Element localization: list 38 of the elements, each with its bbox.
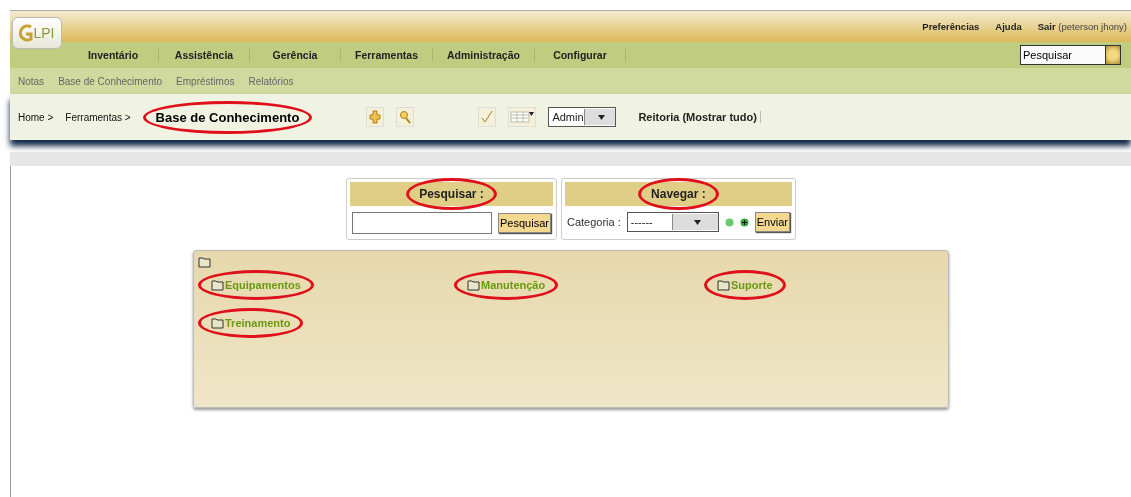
submenu-item[interactable]: Relatórios — [248, 75, 294, 87]
table-icon[interactable] — [508, 107, 537, 127]
submit-button[interactable]: Enviar — [754, 212, 790, 232]
submenu-item[interactable]: Notas — [18, 75, 45, 87]
menu-item[interactable]: Administração — [433, 49, 535, 61]
add-icon[interactable] — [739, 217, 749, 227]
entity-label: Reitoria (Mostrar tudo) — [638, 111, 761, 123]
panel-title: Pesquisar : — [419, 187, 484, 201]
header-link[interactable]: Preferências — [922, 21, 980, 32]
menu-item[interactable]: Assistência — [159, 49, 250, 61]
caret-icon — [693, 219, 701, 225]
search-input[interactable] — [352, 212, 493, 234]
panel-title: Navegar : — [651, 187, 706, 201]
category-select[interactable]: ------ — [626, 212, 719, 232]
checkmark-icon[interactable] — [478, 107, 497, 127]
header-link[interactable]: Ajuda — [995, 21, 1022, 32]
menu-item[interactable]: Gerência — [250, 49, 341, 61]
g-logo-icon — [19, 23, 34, 43]
folder-icon — [717, 279, 730, 291]
header-link[interactable]: Sair (peterson jhony) — [1037, 21, 1127, 32]
submenu-item[interactable]: Empréstimos — [176, 75, 235, 87]
breadcrumb-item[interactable]: Base de Conhecimento — [155, 109, 300, 125]
menu-item[interactable]: Ferramentas — [341, 49, 434, 61]
entity-select[interactable]: Admin — [548, 107, 617, 127]
folder-icon — [467, 279, 480, 291]
search-button[interactable]: Pesquisar — [498, 213, 551, 233]
search-field[interactable]: Pesquisar — [1020, 45, 1121, 65]
breadcrumb-item[interactable]: Home > — [18, 111, 54, 123]
menu-item[interactable]: Inventário — [68, 49, 159, 61]
category-label: Categoria : — [566, 216, 621, 228]
breadcrumb-item[interactable]: Ferramentas > — [65, 111, 131, 123]
folder-icon — [211, 317, 224, 329]
caret-icon — [597, 114, 605, 120]
open-folder-icon — [198, 256, 211, 268]
folder-icon — [211, 279, 224, 291]
logo-text: LPI — [33, 25, 55, 41]
submenu-item[interactable]: Base de Conhecimento — [58, 75, 163, 87]
menu-item[interactable]: Configurar — [534, 49, 626, 61]
